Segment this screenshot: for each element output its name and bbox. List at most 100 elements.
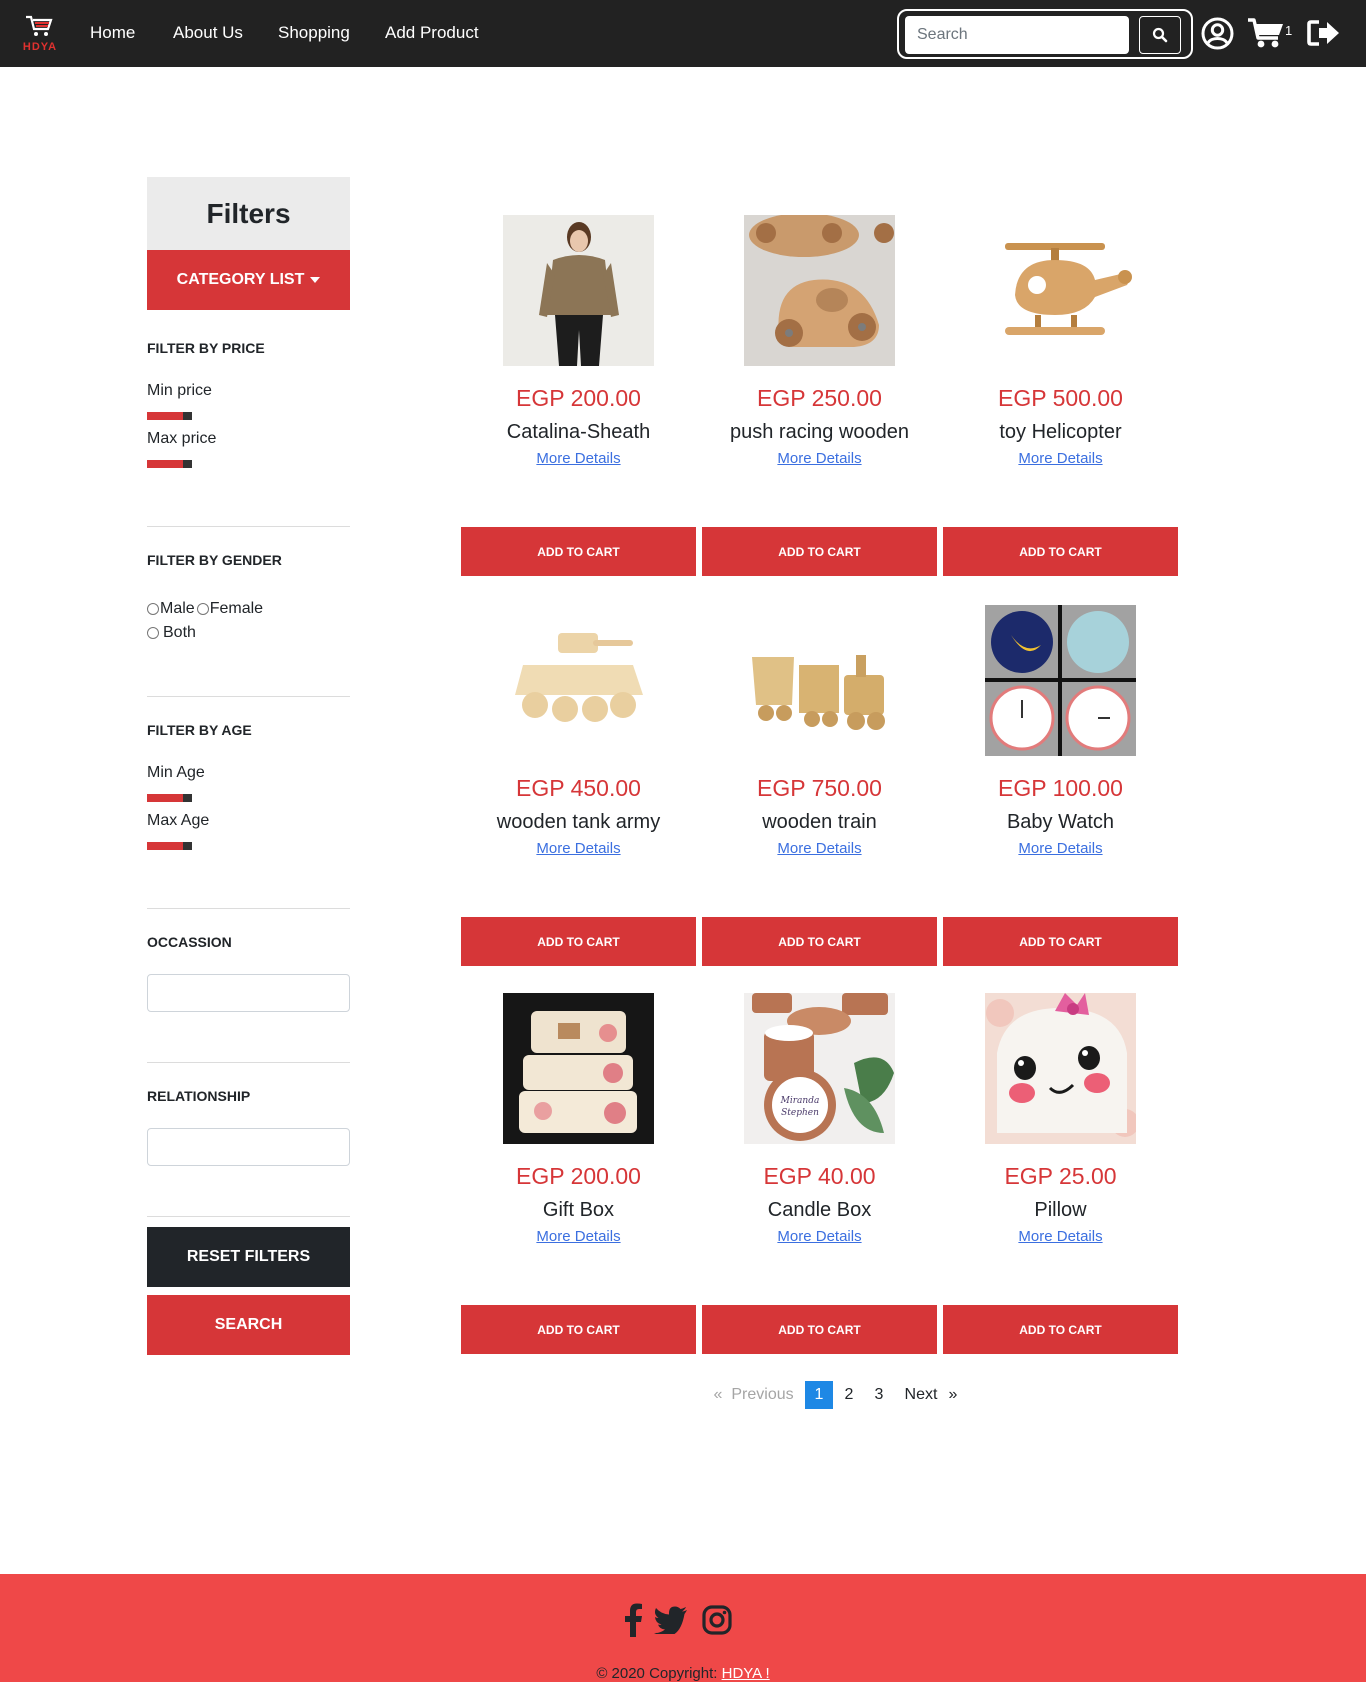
slider-handle[interactable] (183, 460, 192, 468)
category-list-label: CATEGORY LIST (176, 271, 305, 288)
min-price-label: Min price (147, 382, 212, 399)
product-price: EGP 100.00 (998, 775, 1123, 801)
product-price: EGP 750.00 (757, 775, 882, 801)
more-details-link[interactable]: More Details (943, 840, 1178, 857)
divider (147, 1062, 350, 1063)
twitter-icon (654, 1606, 687, 1634)
logo[interactable]: HDYA (16, 14, 64, 54)
previous-arrow: « (713, 1386, 723, 1403)
product-card: EGP 25.00 Pillow More Details ADD TO CAR… (943, 993, 1178, 1381)
add-to-cart-button[interactable]: ADD TO CART (702, 917, 937, 966)
radio-both-label: Both (163, 624, 196, 641)
cart-icon (1248, 18, 1283, 48)
product-name: Baby Watch (1006, 811, 1115, 833)
facebook-link[interactable] (618, 1602, 648, 1638)
search-input[interactable] (905, 16, 1129, 54)
radio-female[interactable] (196, 603, 209, 615)
nav-add-product[interactable]: Add Product (385, 23, 479, 43)
instagram-link[interactable] (700, 1602, 734, 1638)
max-age-label: Max Age (147, 812, 210, 829)
relationship-input[interactable] (147, 1128, 350, 1166)
add-to-cart-button[interactable]: ADD TO CART (702, 527, 937, 576)
add-to-cart-button[interactable]: ADD TO CART (943, 917, 1178, 966)
user-account-button[interactable] (1200, 16, 1234, 50)
gender-row-1: Male Female (147, 600, 263, 618)
add-to-cart-button[interactable]: ADD TO CART (702, 1305, 937, 1354)
more-details-link[interactable]: More Details (461, 840, 696, 857)
filter-price-title: FILTER BY PRICE (147, 340, 265, 356)
nav-shopping[interactable]: Shopping (278, 23, 350, 43)
max-age-slider[interactable] (147, 842, 192, 850)
search-button[interactable] (1139, 16, 1181, 54)
radio-male[interactable] (147, 603, 159, 615)
slider-handle[interactable] (183, 842, 192, 850)
product-image[interactable] (985, 215, 1136, 366)
add-to-cart-button[interactable]: ADD TO CART (943, 1305, 1178, 1354)
more-details-link[interactable]: More Details (702, 450, 937, 467)
relationship-title: RELATIONSHIP (147, 1088, 251, 1104)
add-to-cart-button[interactable]: ADD TO CART (461, 527, 696, 576)
more-details-link[interactable]: More Details (461, 450, 696, 467)
product-image[interactable] (744, 605, 895, 756)
filters-heading: Filters (147, 177, 350, 250)
divider (147, 696, 350, 697)
product-card: EGP 200.00 Gift Box More Details ADD TO … (461, 993, 696, 1381)
add-to-cart-button[interactable]: ADD TO CART (461, 1305, 696, 1354)
logout-button[interactable] (1307, 18, 1341, 48)
product-image[interactable] (744, 215, 895, 366)
max-price-label: Max price (147, 430, 217, 447)
page-3-link[interactable]: 3 (865, 1381, 893, 1409)
cart-button[interactable] (1247, 16, 1285, 50)
slider-handle[interactable] (183, 794, 192, 802)
product-name: Pillow (1034, 1199, 1087, 1221)
product-image[interactable]: Miranda Stephen (744, 993, 895, 1144)
radio-male-label: Male (160, 600, 195, 617)
product-name: push racing wooden (729, 421, 909, 443)
product-price: EGP 200.00 (516, 1163, 641, 1189)
brand-link[interactable]: HDYA ! (722, 1665, 770, 1682)
sign-out-icon (1307, 20, 1339, 46)
product-image[interactable] (503, 215, 654, 366)
more-details-link[interactable]: More Details (461, 1228, 696, 1245)
more-details-link[interactable]: More Details (943, 1228, 1178, 1245)
product-name: Catalina-Sheath (506, 421, 651, 443)
product-card: Miranda Stephen EGP 40.00 Candle Box Mor… (702, 993, 937, 1381)
logo-text: HDYA (22, 41, 58, 53)
product-price: EGP 40.00 (763, 1163, 876, 1189)
product-card: EGP 450.00 wooden tank army More Details… (461, 605, 696, 993)
product-image[interactable] (503, 993, 654, 1144)
previous-page-link[interactable]: Previous (730, 1381, 795, 1409)
max-price-slider[interactable] (147, 460, 192, 468)
twitter-link[interactable] (653, 1602, 689, 1638)
more-details-link[interactable]: More Details (702, 1228, 937, 1245)
add-to-cart-button[interactable]: ADD TO CART (943, 527, 1178, 576)
category-list-dropdown[interactable]: CATEGORY LIST (147, 250, 350, 310)
page-1-link[interactable]: 1 (805, 1381, 833, 1409)
reset-filters-button[interactable]: RESET FILTERS (147, 1227, 350, 1287)
search-form (897, 9, 1193, 59)
radio-female-label: Female (209, 600, 264, 617)
next-page-link[interactable]: Next (901, 1381, 941, 1409)
page-2-link[interactable]: 2 (835, 1381, 863, 1409)
slider-handle[interactable] (183, 412, 192, 420)
more-details-link[interactable]: More Details (943, 450, 1178, 467)
more-details-link[interactable]: More Details (702, 840, 937, 857)
product-image[interactable] (503, 605, 654, 756)
search-icon (1152, 27, 1168, 43)
product-price: EGP 200.00 (516, 385, 641, 411)
nav-home[interactable]: Home (90, 23, 135, 43)
top-navbar: HDYA Home About Us Shopping Add Product … (0, 0, 1366, 67)
min-price-slider[interactable] (147, 412, 192, 420)
nav-about-us[interactable]: About Us (173, 23, 243, 43)
product-card: EGP 200.00 Catalina-Sheath More Details … (461, 215, 696, 603)
min-age-slider[interactable] (147, 794, 192, 802)
product-price: EGP 25.00 (1004, 1163, 1117, 1189)
cart-count-badge: 1 (1285, 23, 1293, 38)
occasion-input[interactable] (147, 974, 350, 1012)
search-filters-button[interactable]: SEARCH (147, 1295, 350, 1355)
product-image[interactable] (985, 993, 1136, 1144)
add-to-cart-button[interactable]: ADD TO CART (461, 917, 696, 966)
product-image[interactable] (985, 605, 1136, 756)
filter-gender-title: FILTER BY GENDER (147, 552, 282, 568)
radio-both[interactable] (147, 627, 159, 639)
